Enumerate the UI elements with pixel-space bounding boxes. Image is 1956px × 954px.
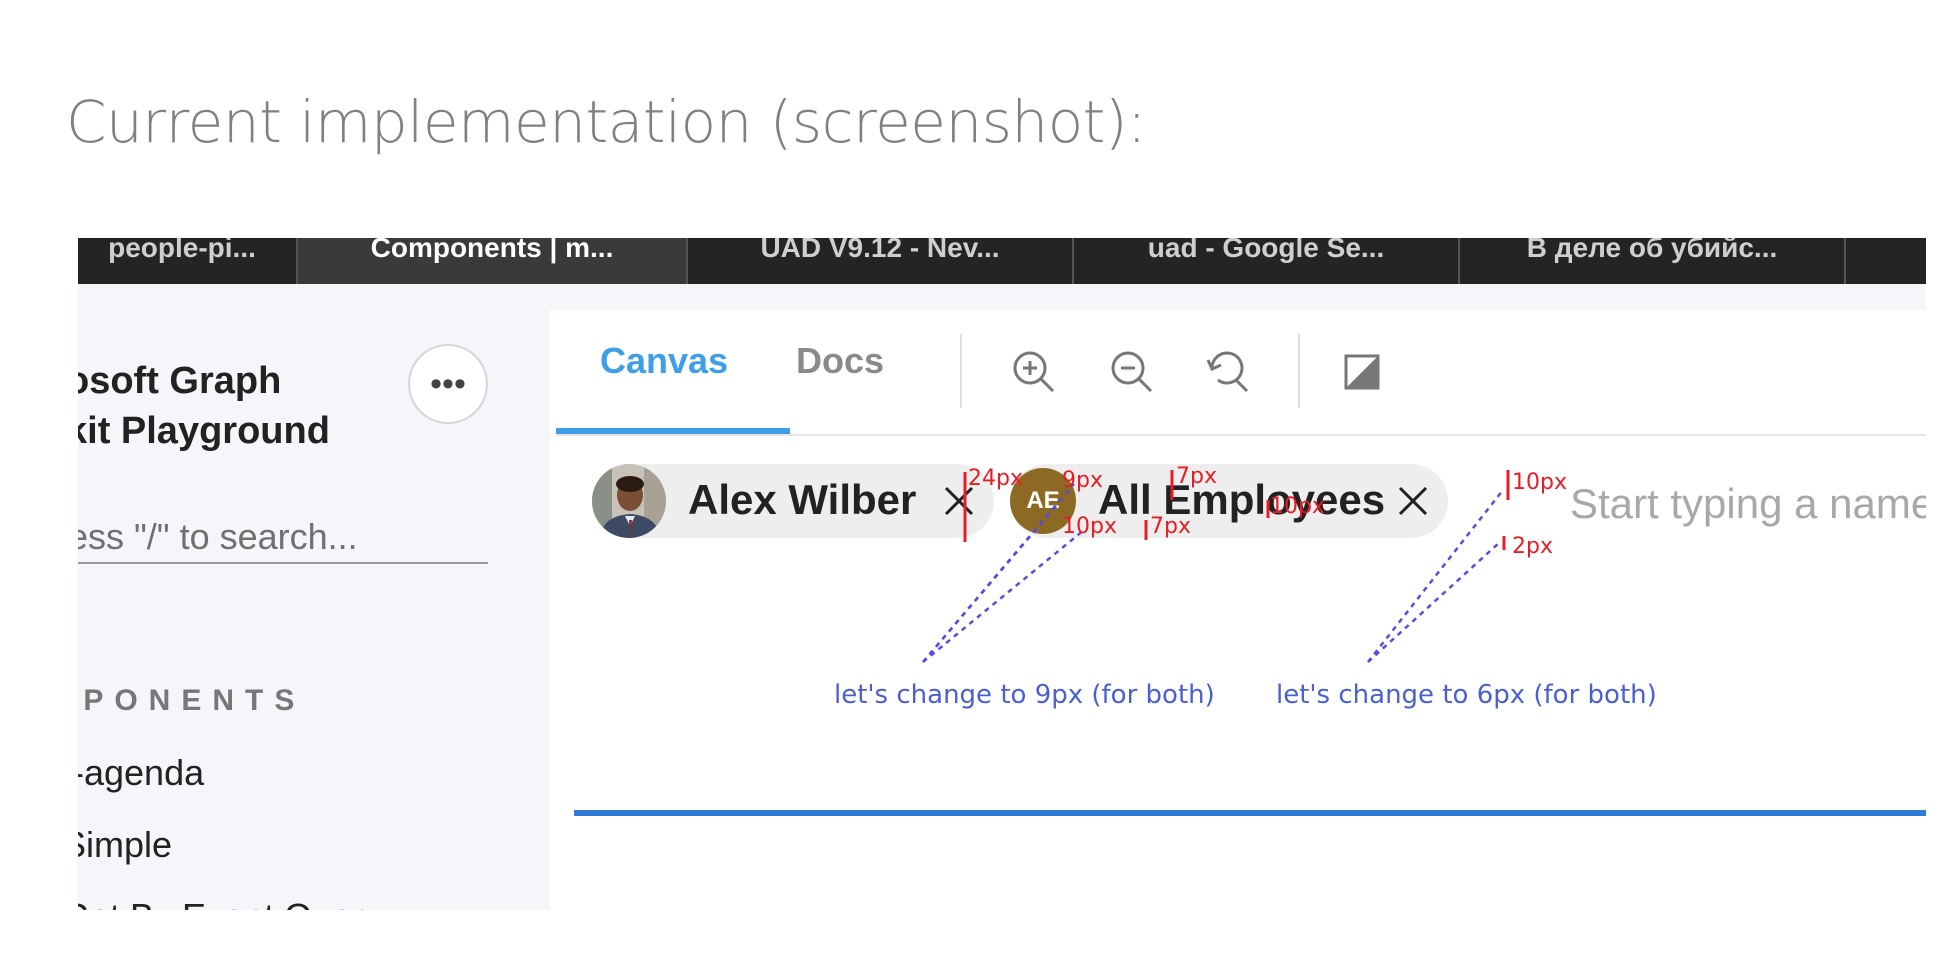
measure-label: 7px xyxy=(1150,514,1191,539)
measure-label: 2px xyxy=(1512,534,1553,559)
measure-label: 24px xyxy=(968,466,1023,491)
note-pointers xyxy=(922,483,1504,663)
annotation-note: let's change to 6px (for both) xyxy=(1276,680,1657,710)
measure-label: 10px xyxy=(1062,514,1117,539)
measure-lines xyxy=(963,470,1510,550)
annotation-note: let's change to 9px (for both) xyxy=(834,680,1215,710)
page-heading: Current implementation (screenshot): xyxy=(66,88,1147,156)
annotation-overlay xyxy=(922,470,1510,663)
measure-label: 7px xyxy=(1176,464,1217,489)
screenshot: people-pi... Components | m... UAD V9.12… xyxy=(78,238,1926,910)
measure-label: 9px xyxy=(1062,468,1103,493)
measure-label: 10px xyxy=(1270,494,1325,519)
measure-label: 10px xyxy=(1512,470,1567,495)
